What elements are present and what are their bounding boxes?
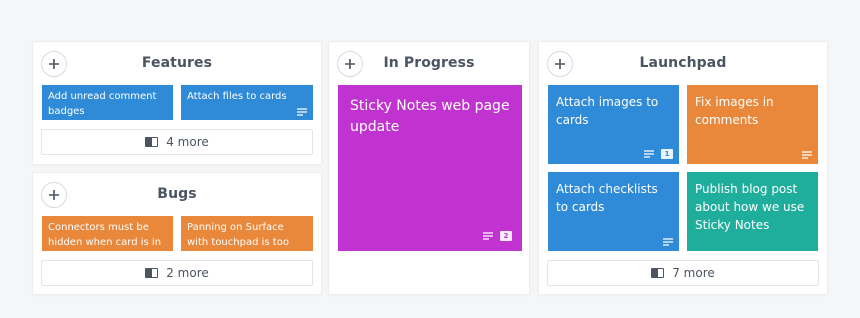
card-title: Fix images in comments (695, 95, 774, 127)
more-cards-button-features[interactable]: 4 more (41, 129, 313, 155)
notes-lines-icon (483, 232, 493, 240)
card-title: Publish blog post about how we use Stick… (695, 182, 805, 232)
card-title: Attach files to cards (187, 91, 287, 102)
card-indicators (802, 151, 812, 159)
more-label: 4 more (166, 135, 209, 149)
panel-icon (651, 268, 665, 278)
column-launchpad: Launchpad Attach images to cards 1 Fix i… (539, 42, 827, 294)
notes-lines-icon (802, 151, 812, 159)
comment-icon: 1 (661, 149, 673, 159)
card-indicators: 1 (644, 149, 673, 159)
more-cards-button-bugs[interactable]: 2 more (41, 260, 313, 286)
card-title: Sticky Notes web page update (350, 98, 510, 135)
more-label: 2 more (166, 266, 209, 280)
more-cards-button-launchpad[interactable]: 7 more (547, 260, 819, 286)
panel-icon (145, 268, 159, 278)
card-add-unread-comment-badges[interactable]: Add unread comment badges (42, 85, 173, 120)
column-features: Features Add unread comment badges Attac… (33, 42, 321, 164)
card-title: Attach images to cards (556, 95, 659, 127)
card-publish-blog-post[interactable]: Publish blog post about how we use Stick… (687, 172, 818, 251)
card-attach-images-to-cards[interactable]: Attach images to cards 1 (548, 85, 679, 164)
plus-icon (49, 190, 59, 200)
card-indicators (663, 238, 673, 246)
card-attach-files-to-cards[interactable]: Attach files to cards (181, 85, 313, 120)
card-panning-on-surface[interactable]: Panning on Surface with touchpad is too … (181, 216, 313, 263)
notes-lines-icon (663, 238, 673, 246)
add-card-button-bugs[interactable] (41, 182, 67, 208)
card-title: Attach checklists to cards (556, 182, 658, 214)
column-title: Bugs (157, 186, 197, 202)
card-title: Connectors must be hidden when card is i… (48, 222, 162, 248)
card-indicators: 2 (483, 231, 512, 241)
card-indicators (297, 108, 307, 116)
card-fix-images-in-comments[interactable]: Fix images in comments (687, 85, 818, 164)
card-attach-checklists-to-cards[interactable]: Attach checklists to cards (548, 172, 679, 251)
add-card-button-in-progress[interactable] (337, 51, 363, 77)
card-title: Panning on Surface with touchpad is too … (187, 222, 289, 263)
column-title: Features (141, 55, 213, 71)
plus-icon (555, 59, 565, 69)
plus-icon (345, 59, 355, 69)
add-card-button-features[interactable] (41, 51, 67, 77)
card-sticky-notes-web-page-update[interactable]: Sticky Notes web page update 2 (338, 85, 522, 251)
plus-icon (49, 59, 59, 69)
card-connectors-must-be-hidden[interactable]: Connectors must be hidden when card is i… (42, 216, 173, 251)
notes-lines-icon (297, 108, 307, 116)
comment-icon: 2 (500, 231, 512, 241)
add-card-button-launchpad[interactable] (547, 51, 573, 77)
card-title: Add unread comment badges (48, 91, 157, 117)
comment-count: 2 (503, 232, 509, 240)
comment-count: 1 (664, 150, 670, 158)
more-label: 7 more (672, 266, 715, 280)
panel-icon (145, 137, 159, 147)
notes-lines-icon (644, 150, 654, 158)
column-bugs: Bugs Connectors must be hidden when card… (33, 173, 321, 294)
column-in-progress: In Progress Sticky Notes web page update… (329, 42, 529, 294)
column-title: Launchpad (639, 55, 727, 71)
